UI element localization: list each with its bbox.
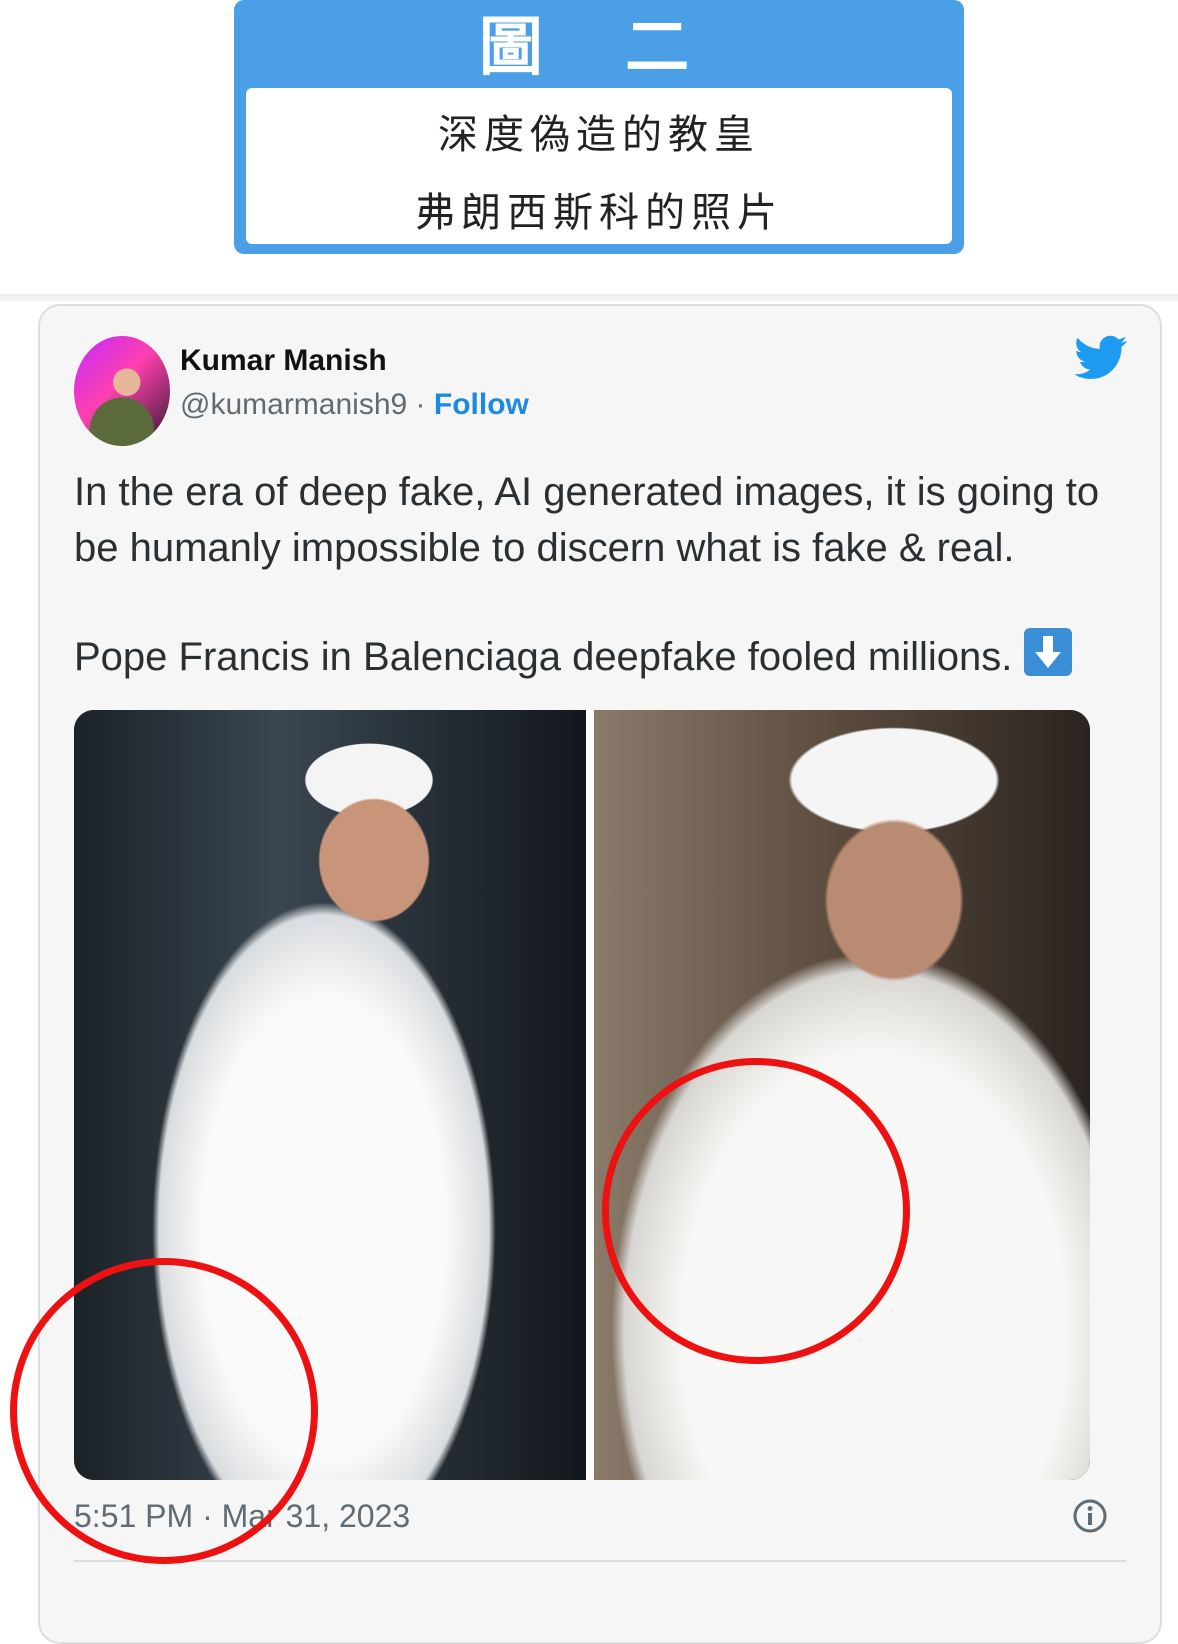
twitter-bird-icon[interactable] <box>1074 334 1128 382</box>
avatar[interactable] <box>74 336 170 446</box>
banner-line-2: 弗朗西斯科的照片 <box>415 190 783 236</box>
author-name[interactable]: Kumar Manish <box>180 344 387 378</box>
photo-separator <box>586 710 594 1480</box>
down-arrow-emoji-icon <box>1024 628 1073 676</box>
info-icon[interactable] <box>1072 1498 1108 1534</box>
tweet-text-line-1: In the era of deep fake, AI generated im… <box>74 470 1100 570</box>
banner-line-1: 深度偽造的教皇 <box>438 112 760 158</box>
handle-separator: · <box>407 388 434 421</box>
tweet-text: In the era of deep fake, AI generated im… <box>74 464 1114 685</box>
tweet-text-line-2-wrap: Pope Francis in Balenciaga deepfake fool… <box>74 628 1114 685</box>
banner-body: 深度偽造的教皇 弗朗西斯科的照片 <box>246 88 952 244</box>
section-divider <box>0 294 1178 302</box>
handle-row: @kumarmanish9 · Follow <box>180 388 529 422</box>
banner-title: 圖 二 <box>478 11 720 85</box>
caption-banner: 圖 二 深度偽造的教皇 弗朗西斯科的照片 <box>234 0 964 254</box>
annotation-circle-left-hand <box>10 1258 318 1564</box>
tweet-text-line-2: Pope Francis in Balenciaga deepfake fool… <box>74 635 1013 679</box>
follow-button[interactable]: Follow <box>434 388 529 421</box>
author-handle[interactable]: @kumarmanish9 <box>180 388 407 421</box>
tweet-footer-divider <box>74 1560 1126 1562</box>
annotation-circle-right-glove <box>602 1058 910 1364</box>
